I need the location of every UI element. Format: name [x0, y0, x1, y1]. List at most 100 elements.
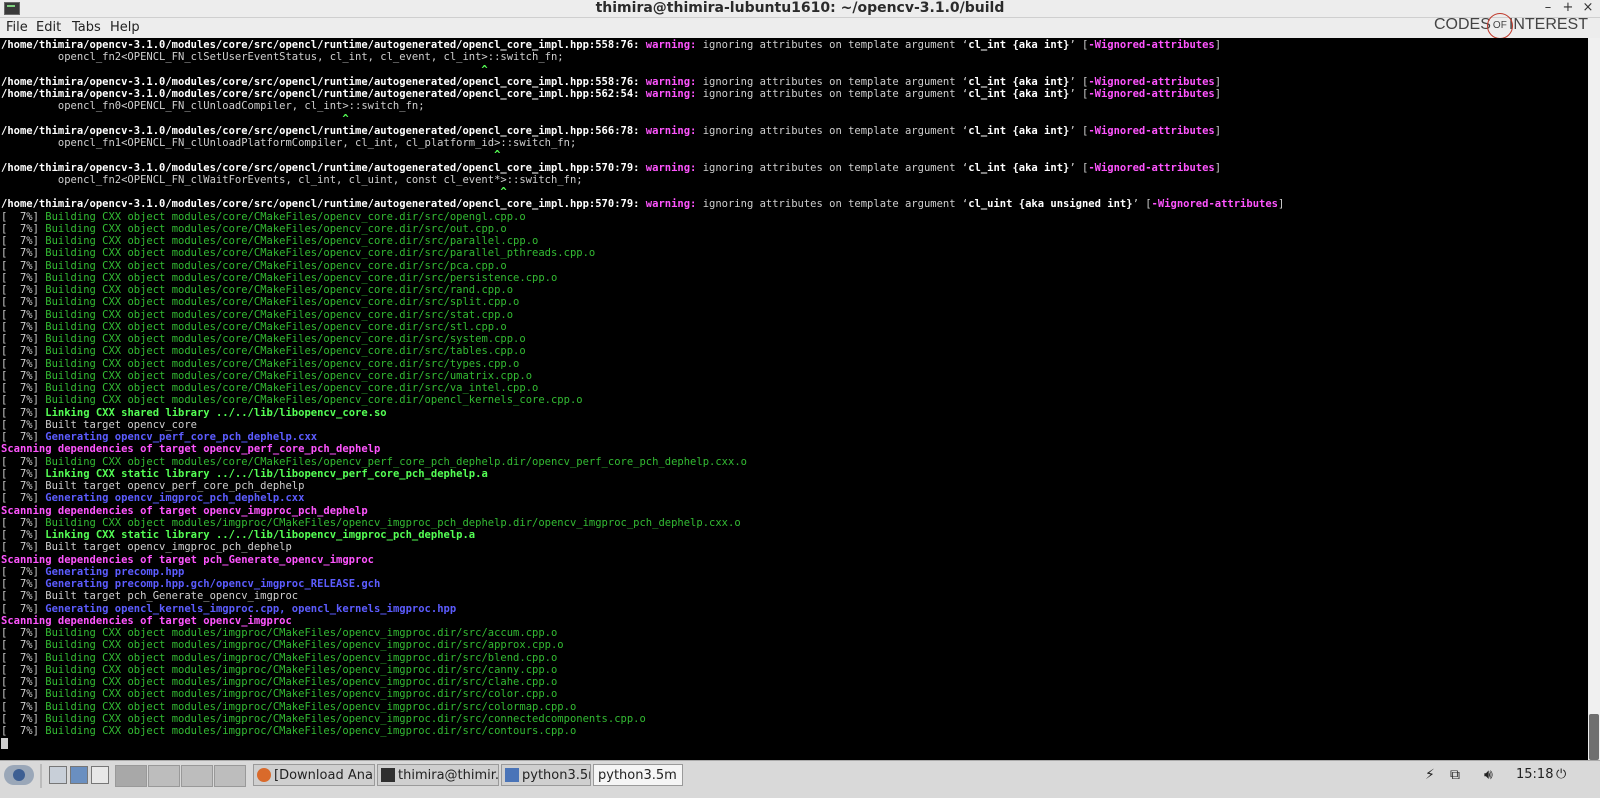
terminal-text-segment: ignoring attributes on template argument…: [696, 88, 969, 100]
desktop-pager-4[interactable]: [214, 765, 246, 787]
terminal-text-segment: [ 7%]: [1, 688, 46, 701]
terminal-line: [ 7%] Generating opencv_imgproc_pch_deph…: [1, 492, 304, 504]
terminal-text-segment: [ 7%]: [1, 676, 46, 688]
clock[interactable]: 15:18: [1516, 764, 1553, 786]
terminal-line: ^: [1, 149, 500, 161]
terminal-line: [ 7%] Building CXX object modules/core/C…: [1, 382, 538, 394]
terminal-scrollbar[interactable]: [1588, 38, 1600, 760]
terminal-text-segment: ]: [1214, 88, 1222, 100]
terminal-text-segment: [ 7%]: [1, 369, 46, 382]
terminal-text-segment: [ 7%]: [1, 565, 46, 578]
network-icon[interactable]: ⧉: [1450, 764, 1460, 786]
terminal-text-segment: cl_int {aka int}: [968, 124, 1070, 137]
terminal-text-segment: ’ [: [1069, 75, 1089, 88]
bolt-icon[interactable]: ⚡: [1425, 764, 1435, 786]
terminal-text-segment: [ 7%]: [1, 308, 46, 321]
terminal-text-segment: cl_int {aka int}: [968, 39, 1070, 51]
desktop-pager-3[interactable]: [181, 765, 213, 787]
terminal-line: [ 7%] Built target opencv_core: [1, 419, 197, 431]
volume-icon[interactable]: 🔊︎: [1484, 764, 1493, 786]
scrollbar-thumb[interactable]: [1589, 714, 1599, 760]
terminal-text-segment: ]: [1214, 161, 1222, 174]
terminal-text-segment: [ 7%]: [1, 639, 46, 652]
task-python-1[interactable]: python3.5m: [501, 764, 591, 786]
terminal-text-segment: /home/thimira/opencv-3.1.0/modules/core/…: [1, 124, 646, 137]
terminal-text-segment: Building CXX object modules/imgproc/CMak…: [45, 639, 564, 652]
terminal-line: [ 7%] Building CXX object modules/core/C…: [1, 321, 507, 333]
task-firefox[interactable]: [Download Ana...: [253, 764, 375, 786]
terminal-text-segment: Building CXX object modules/core/CMakeFi…: [45, 455, 747, 468]
terminal-icon: [381, 768, 395, 782]
terminal-text-segment: [ 7%]: [1, 467, 46, 480]
terminal-text-segment: cl_int {aka int}: [968, 75, 1070, 88]
terminal-line: [ 7%] Building CXX object modules/imgpro…: [1, 652, 557, 664]
terminal-text-segment: -Wignored-attributes: [1088, 161, 1215, 174]
terminal-text-segment: Building CXX object modules/core/CMakeFi…: [45, 320, 507, 333]
terminal-text-segment: [ 7%]: [1, 357, 46, 370]
terminal-line: [ 7%] Linking CXX static library ../../l…: [1, 529, 475, 541]
terminal-text-segment: [ 7%]: [1, 235, 46, 247]
browser-launcher-icon[interactable]: [70, 766, 88, 784]
terminal-text-segment: warning:: [645, 88, 697, 100]
terminal-text-segment: [ 7%]: [1, 492, 46, 505]
menu-file[interactable]: File: [6, 20, 28, 36]
menu-tabs[interactable]: Tabs: [72, 20, 101, 36]
terminal-line: [ 7%] Building CXX object modules/imgpro…: [1, 688, 557, 700]
show-desktop-icon[interactable]: [91, 766, 109, 784]
terminal-text-segment: Building CXX object modules/core/CMakeFi…: [45, 271, 558, 284]
terminal-line: [ 7%] Building CXX object modules/imgpro…: [1, 725, 576, 737]
task-terminal[interactable]: thimira@thimir...: [377, 764, 499, 786]
terminal-text-segment: ]: [1214, 124, 1222, 137]
terminal-text-segment: Building CXX object modules/core/CMakeFi…: [45, 259, 507, 272]
terminal-text-segment: -Wignored-attributes: [1151, 198, 1278, 211]
terminal-text-segment: ignoring attributes on template argument…: [696, 39, 969, 51]
menu-edit[interactable]: Edit: [36, 20, 61, 36]
terminal-text-segment: ignoring attributes on template argument…: [696, 75, 969, 88]
terminal-text-segment: ignoring attributes on template argument…: [696, 124, 969, 137]
start-menu-button[interactable]: [4, 765, 34, 785]
menu-help[interactable]: Help: [110, 20, 140, 36]
terminal-text-segment: [ 7%]: [1, 712, 46, 725]
terminal-text-segment: ^: [1, 112, 349, 125]
terminal-line: [ 7%] Building CXX object modules/imgpro…: [1, 676, 557, 688]
desktop-pager-1[interactable]: [115, 765, 147, 787]
terminal-text-segment: [ 7%]: [1, 247, 46, 260]
terminal-output[interactable]: /home/thimira/opencv-3.1.0/modules/core/…: [0, 38, 1588, 760]
terminal-line: /home/thimira/opencv-3.1.0/modules/core/…: [1, 39, 1221, 51]
terminal-text-segment: /home/thimira/opencv-3.1.0/modules/core/…: [1, 75, 646, 88]
terminal-text-segment: Building CXX object modules/imgproc/CMak…: [45, 712, 646, 725]
terminal-text-segment: Building CXX object modules/imgproc/CMak…: [45, 676, 558, 688]
window-titlebar[interactable]: thimira@thimira-lubuntu1610: ~/opencv-3.…: [0, 0, 1600, 18]
terminal-line: opencl_fn1<OPENCL_FN_clUnloadPlatformCom…: [1, 137, 576, 149]
terminal-line: Scanning dependencies of target opencv_i…: [1, 615, 292, 627]
terminal-text-segment: [ 7%] Built target opencv_core: [1, 418, 197, 431]
terminal-line: [ 7%] Building CXX object modules/imgpro…: [1, 664, 557, 676]
terminal-text-segment: Linking CXX static library ../../lib/lib…: [45, 467, 488, 480]
terminal-line: [ 7%] Building CXX object modules/imgpro…: [1, 517, 741, 529]
terminal-text-segment: ’ [: [1069, 39, 1089, 51]
terminal-text-segment: Linking CXX static library ../../lib/lib…: [45, 529, 476, 541]
desktop-pager-2[interactable]: [148, 765, 180, 787]
terminal-line: [ 7%] Generating precomp.hpp.gch/opencv_…: [1, 578, 380, 590]
terminal-text-segment: [ 7%]: [1, 529, 46, 541]
terminal-text-segment: Building CXX object modules/imgproc/CMak…: [45, 627, 558, 639]
power-icon[interactable]: ⏻: [1556, 764, 1566, 786]
terminal-line: [ 7%] Building CXX object modules/core/C…: [1, 309, 513, 321]
terminal-text-segment: Building CXX object modules/core/CMakeFi…: [45, 369, 533, 382]
terminal-cursor: [1, 738, 8, 749]
file-manager-icon[interactable]: [49, 766, 67, 784]
terminal-text-segment: [ 7%]: [1, 320, 46, 333]
terminal-text-segment: Generating opencv_perf_core_pch_dephelp.…: [45, 431, 318, 443]
terminal-text-segment: Building CXX object modules/imgproc/CMak…: [45, 688, 558, 701]
terminal-text-segment: Building CXX object modules/imgproc/CMak…: [45, 651, 558, 664]
terminal-text-segment: opencl_fn1<OPENCL_FN_clUnloadPlatformCom…: [1, 137, 577, 149]
window-icon: [505, 768, 519, 782]
terminal-text-segment: -Wignored-attributes: [1088, 88, 1215, 100]
terminal-line: [ 7%] Building CXX object modules/core/C…: [1, 211, 526, 223]
terminal-text-segment: Generating precomp.hpp.gch/opencv_imgpro…: [45, 578, 381, 590]
terminal-text-segment: Building CXX object modules/core/CMakeFi…: [45, 357, 520, 370]
task-python-2[interactable]: python3.5m: [593, 764, 683, 786]
terminal-text-segment: Building CXX object modules/core/CMakeFi…: [45, 382, 539, 394]
terminal-line: [ 7%] Building CXX object modules/core/C…: [1, 296, 519, 308]
terminal-line: [ 7%] Building CXX object modules/imgpro…: [1, 627, 557, 639]
